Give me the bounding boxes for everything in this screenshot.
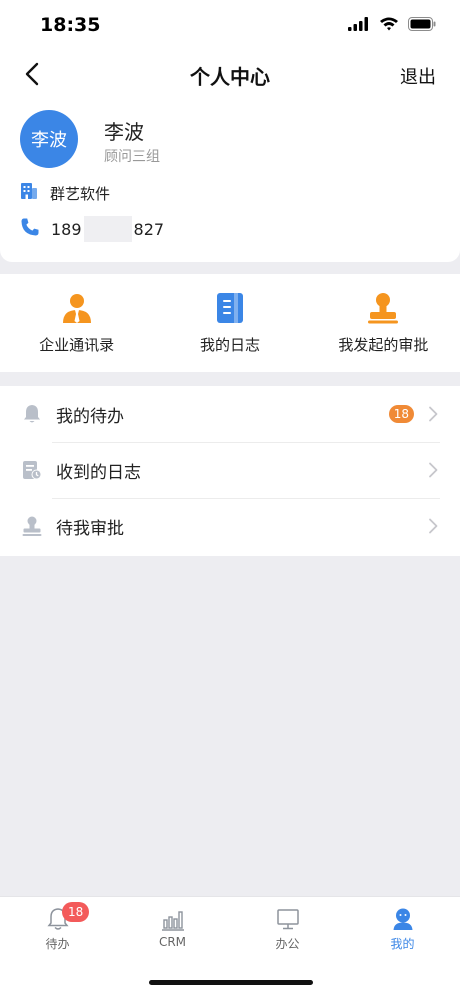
phone-row[interactable]: 189 827 bbox=[20, 216, 164, 242]
approval-stamp-icon bbox=[368, 292, 399, 324]
monitor-icon bbox=[275, 907, 301, 931]
nav-bar: 个人中心 退出 bbox=[0, 50, 460, 98]
shortcut-label: 我的日志 bbox=[199, 336, 260, 354]
shortcut-label: 企业通讯录 bbox=[39, 336, 115, 354]
tab-me[interactable]: 我的 bbox=[345, 897, 460, 996]
shortcut-contacts[interactable]: 企业通讯录 bbox=[0, 274, 153, 372]
tab-label: 待办 bbox=[45, 937, 70, 951]
phone-redaction bbox=[83, 216, 132, 242]
bell-icon bbox=[22, 404, 42, 424]
shortcut-my-approvals[interactable]: 我发起的审批 bbox=[307, 274, 460, 372]
page-title: 个人中心 bbox=[190, 65, 270, 89]
status-time: 18:35 bbox=[40, 14, 101, 36]
user-icon bbox=[390, 907, 416, 931]
menu-item-received-logs[interactable]: 收到的日志 bbox=[0, 442, 460, 498]
menu-label: 我的待办 bbox=[56, 406, 124, 427]
shortcut-my-log[interactable]: 我的日志 bbox=[153, 274, 306, 372]
todo-tab-badge: 18 bbox=[62, 902, 90, 922]
bar-chart-icon bbox=[160, 907, 186, 931]
home-indicator[interactable] bbox=[149, 980, 313, 985]
stamp-icon bbox=[22, 516, 42, 536]
company-name: 群艺软件 bbox=[50, 184, 111, 203]
battery-icon bbox=[408, 16, 436, 35]
tab-label: CRM bbox=[158, 935, 187, 949]
user-name: 李波 bbox=[104, 120, 144, 144]
status-icons bbox=[348, 16, 436, 35]
tab-label: 办公 bbox=[275, 937, 300, 951]
tab-todo[interactable]: 待办 18 bbox=[0, 897, 115, 996]
user-department: 顾问三组 bbox=[104, 149, 160, 165]
cellular-signal-icon bbox=[348, 16, 370, 35]
status-bar: 18:35 bbox=[0, 0, 460, 50]
received-log-icon bbox=[22, 460, 42, 480]
logout-button[interactable]: 退出 bbox=[400, 63, 436, 89]
phone-prefix: 189 bbox=[51, 219, 82, 239]
shortcut-grid: 企业通讯录 我的日志 我发起的审批 bbox=[0, 274, 460, 372]
wifi-icon bbox=[379, 16, 399, 35]
phone-suffix: 827 bbox=[133, 219, 165, 239]
chevron-right-icon bbox=[429, 406, 438, 422]
building-icon bbox=[20, 182, 38, 204]
contacts-icon bbox=[61, 292, 93, 324]
todo-count-badge: 18 bbox=[388, 405, 414, 423]
menu-item-pending-approvals[interactable]: 待我审批 bbox=[0, 498, 460, 554]
log-icon bbox=[216, 292, 244, 324]
avatar[interactable]: 李波 bbox=[20, 110, 78, 168]
chevron-right-icon bbox=[429, 462, 438, 478]
chevron-right-icon bbox=[429, 518, 438, 534]
phone-icon bbox=[20, 217, 40, 241]
menu-item-my-todos[interactable]: 我的待办 18 bbox=[0, 386, 460, 442]
shortcut-label: 我发起的审批 bbox=[338, 336, 429, 354]
tab-label: 我的 bbox=[390, 937, 415, 951]
menu-label: 待我审批 bbox=[56, 518, 124, 539]
menu-label: 收到的日志 bbox=[56, 462, 141, 483]
company-row: 群艺软件 bbox=[20, 182, 110, 204]
menu-list: 我的待办 18 收到的日志 待我审批 bbox=[0, 386, 460, 556]
profile-card: 李波 李波 顾问三组 群艺软件 189 827 bbox=[0, 98, 460, 262]
